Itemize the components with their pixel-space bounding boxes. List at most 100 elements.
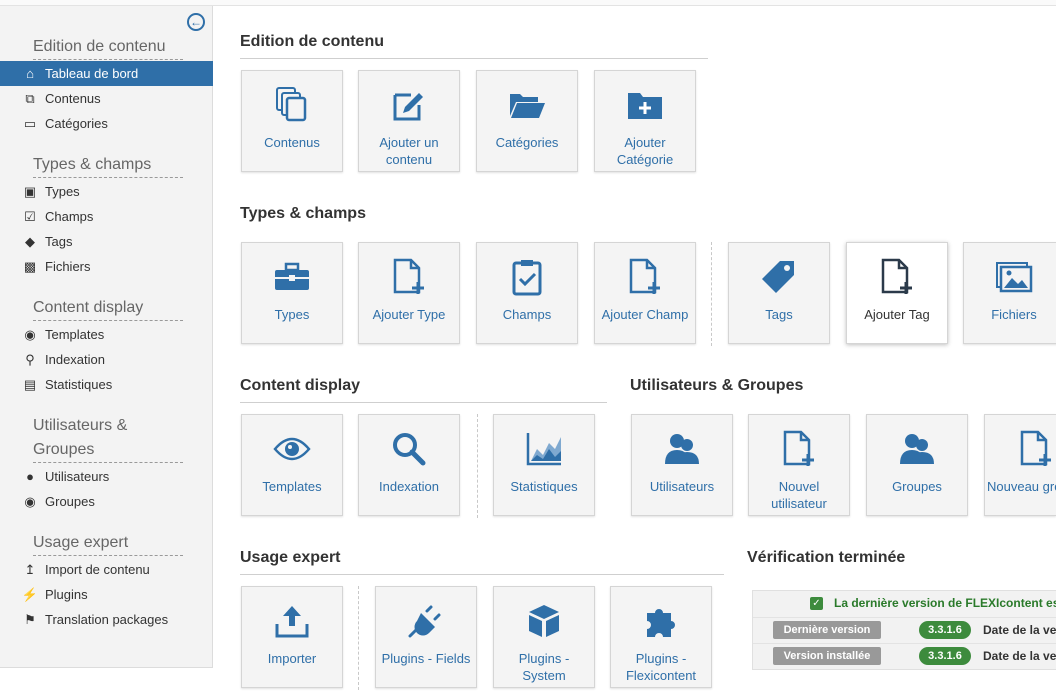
cube-icon — [494, 601, 594, 641]
collapse-sidebar-button[interactable]: ← — [187, 13, 205, 31]
tile-label: Ajouter Catégorie — [616, 135, 674, 167]
sidebar-item-label: Statistiques — [45, 377, 113, 392]
copy-icon: ⧉ — [25, 91, 35, 106]
sidebar-item-label: Translation packages — [45, 612, 169, 627]
sidebar-item-translation[interactable]: ⚑ Translation packages — [0, 607, 213, 632]
tile-champs[interactable]: Champs — [476, 242, 578, 344]
tile-label: Ajouter un contenu — [379, 135, 439, 167]
sidebar-item-label: Plugins — [45, 587, 88, 602]
tag-icon — [729, 257, 829, 297]
tile-label: Champs — [502, 307, 552, 322]
sidebar-item-plugins[interactable]: ⚡ Plugins — [0, 582, 213, 607]
tile-fichiers[interactable]: Fichiers — [963, 242, 1056, 344]
sidebar-item-label: Contenus — [45, 91, 101, 106]
tile-label: Ajouter Tag — [864, 307, 930, 322]
latest-version-label: Dernière version — [773, 621, 881, 639]
tile-tags[interactable]: Tags — [728, 242, 830, 344]
tile-ajouter-champ[interactable]: Ajouter Champ — [594, 242, 696, 344]
tile-label: Ajouter Type — [372, 307, 446, 322]
user-icon: ● — [26, 469, 34, 484]
section-title-users: Utilisateurs & Groupes — [630, 377, 804, 394]
installed-version-date: Date de la ve — [983, 649, 1056, 663]
version-message-row: ✓ La dernière version de FLEXIcontent es — [753, 591, 1056, 615]
section-title-verification: Vérification terminée — [747, 549, 906, 566]
folder-plus-icon — [595, 85, 695, 125]
sidebar-item-label: Tags — [45, 234, 73, 249]
tile-plugins-flexicontent[interactable]: Plugins - Flexicontent — [610, 586, 712, 688]
section-title-edition: Edition de contenu — [240, 32, 708, 59]
sidebar-item-fichiers[interactable]: ▩ Fichiers — [0, 254, 213, 279]
sidebar-item-label: Groupes — [45, 494, 95, 509]
sidebar-item-indexation[interactable]: ⚲ Indexation — [0, 347, 213, 372]
installed-version-label: Version installée — [773, 647, 881, 665]
sidebar-item-champs[interactable]: ☑ Champs — [0, 204, 213, 229]
sidebar-group-title: Usage expert — [33, 531, 183, 556]
sidebar-item-categories[interactable]: ▭ Catégories — [0, 111, 213, 136]
briefcase-icon: ▣ — [23, 184, 37, 199]
sidebar-item-types[interactable]: ▣ Types — [0, 179, 213, 204]
installed-version-badge: 3.3.1.6 — [919, 647, 971, 665]
upload-icon — [242, 601, 342, 641]
sidebar-item-label: Indexation — [45, 352, 105, 367]
sidebar-item-dashboard[interactable]: ⌂ Tableau de bord — [0, 61, 213, 86]
latest-version-row: Dernière version 3.3.1.6 Date de la ve — [753, 617, 1056, 641]
tile-templates[interactable]: Templates — [241, 414, 343, 516]
tile-utilisateurs[interactable]: Utilisateurs — [631, 414, 733, 516]
file-plus-icon — [749, 429, 849, 469]
section-title-display: Content display — [240, 376, 607, 403]
sidebar-item-utilisateurs[interactable]: ● Utilisateurs — [0, 464, 213, 489]
tile-types[interactable]: Types — [241, 242, 343, 344]
tile-ajouter-categorie[interactable]: Ajouter Catégorie — [594, 70, 696, 172]
arrow-left-circle-icon: ← — [190, 15, 202, 29]
sidebar-item-templates[interactable]: ◉ Templates — [0, 322, 213, 347]
tile-label: Plugins - Fields — [381, 651, 471, 666]
tile-label: Plugins - Flexicontent — [625, 651, 697, 683]
sidebar-item-label: Utilisateurs — [45, 469, 110, 484]
images-icon — [964, 257, 1056, 297]
sidebar-item-statistiques[interactable]: ▤ Statistiques — [0, 372, 213, 397]
sidebar-item-import[interactable]: ↥ Import de contenu — [0, 557, 213, 582]
sidebar-item-tags[interactable]: ◆ Tags — [0, 229, 213, 254]
chart-area-icon — [494, 429, 594, 469]
section-title-types: Types & champs — [240, 205, 366, 222]
sidebar-group-title: Types & champs — [33, 153, 183, 178]
tile-label: Statistiques — [510, 479, 578, 494]
clipboard-check-icon — [477, 257, 577, 297]
tile-contenus[interactable]: Contenus — [241, 70, 343, 172]
user-icon — [632, 429, 732, 469]
version-message: La dernière version de FLEXIcontent es — [834, 596, 1056, 610]
sidebar-item-label: Champs — [45, 209, 94, 224]
sidebar-group-title: Edition de contenu — [33, 35, 183, 60]
section-title-expert: Usage expert — [240, 548, 724, 575]
tile-label: Nouveau gro — [987, 479, 1056, 494]
tile-label: Utilisateurs — [649, 479, 715, 494]
tile-label: Tags — [765, 307, 793, 322]
tile-nouvel-utilisateur[interactable]: Nouvel utilisateur — [748, 414, 850, 516]
divider — [477, 414, 478, 518]
tile-ajouter-tag[interactable]: Ajouter Tag — [846, 242, 948, 344]
tile-indexation[interactable]: Indexation — [358, 414, 460, 516]
sidebar-item-contenus[interactable]: ⧉ Contenus — [0, 86, 213, 111]
tile-plugins-fields[interactable]: Plugins - Fields — [375, 586, 477, 688]
tile-nouveau-groupe[interactable]: Nouveau gro — [984, 414, 1056, 516]
check-icon: ✓ — [810, 597, 823, 610]
upload-icon: ↥ — [24, 562, 36, 577]
tile-statistiques[interactable]: Statistiques — [493, 414, 595, 516]
divider — [711, 242, 712, 346]
tile-label: Importer — [267, 651, 317, 666]
sidebar-item-groupes[interactable]: ◉ Groupes — [0, 489, 213, 514]
tile-ajouter-type[interactable]: Ajouter Type — [358, 242, 460, 344]
sidebar-item-label: Templates — [45, 327, 105, 342]
sidebar-group-title: Content display — [33, 296, 183, 321]
file-plus-icon — [595, 257, 695, 297]
tile-plugins-system[interactable]: Plugins - System — [493, 586, 595, 688]
chart-area-icon: ▤ — [23, 377, 37, 392]
home-icon: ⌂ — [26, 66, 34, 81]
tile-groupes[interactable]: Groupes — [866, 414, 968, 516]
tile-categories[interactable]: Catégories — [476, 70, 578, 172]
tile-ajouter-contenu[interactable]: Ajouter un contenu — [358, 70, 460, 172]
tile-label: Catégories — [495, 135, 559, 150]
edit-icon — [359, 85, 459, 125]
folder-open-icon — [477, 85, 577, 125]
tile-importer[interactable]: Importer — [241, 586, 343, 688]
